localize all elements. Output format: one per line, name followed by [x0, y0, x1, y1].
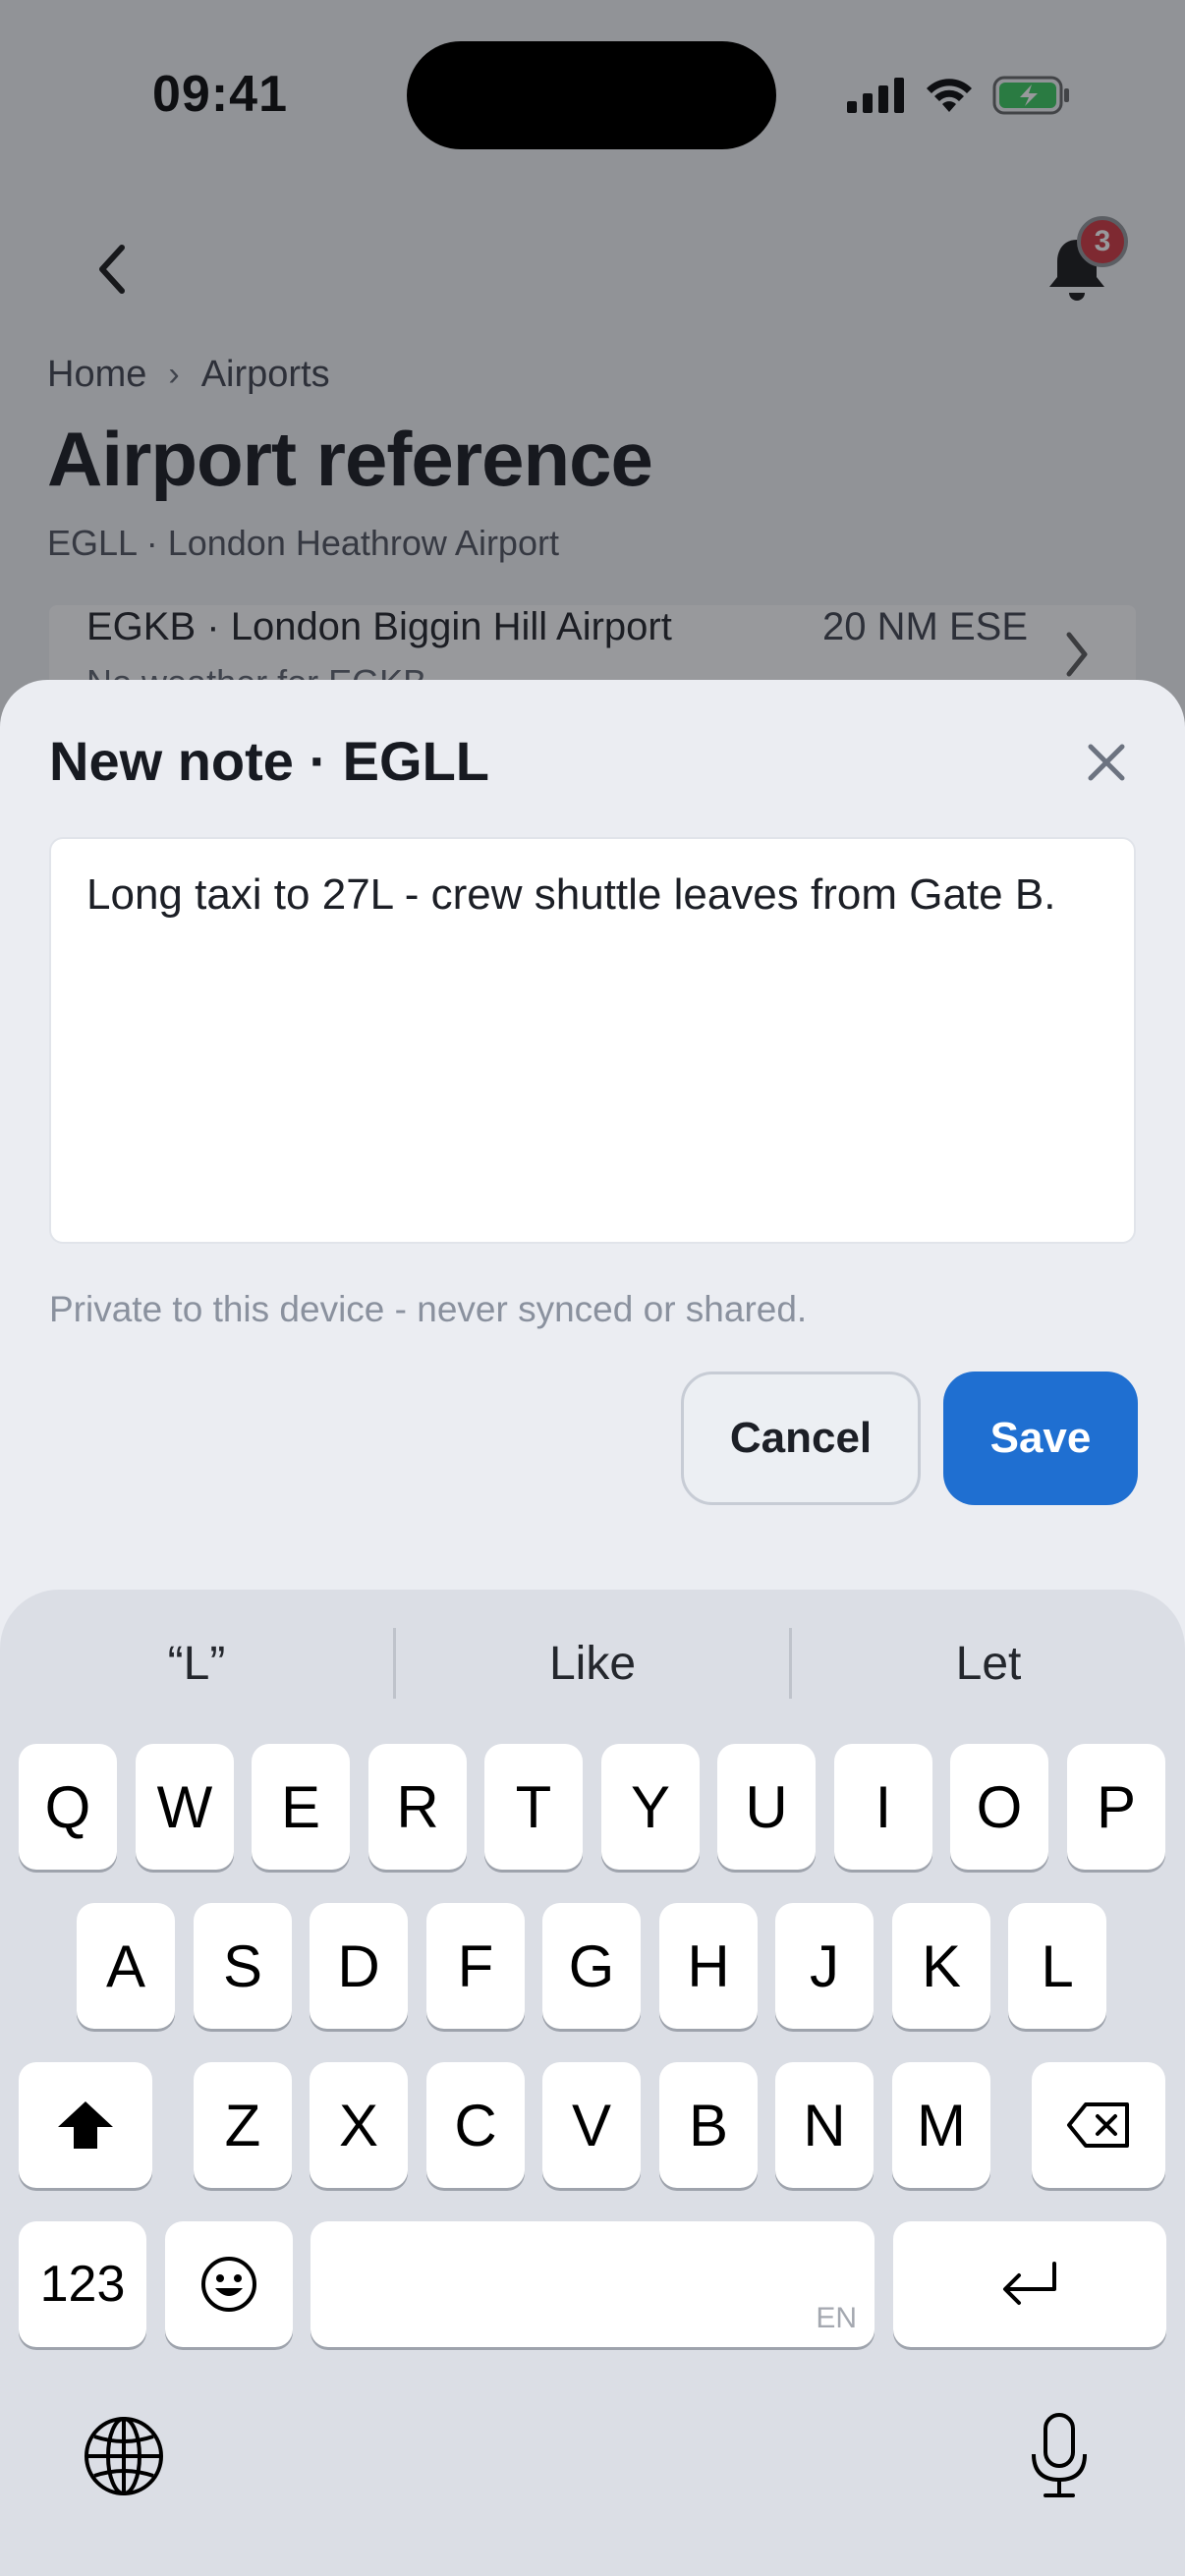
emoji-icon — [201, 2257, 256, 2312]
key-g[interactable]: G — [542, 1903, 641, 2029]
key-s[interactable]: S — [194, 1903, 292, 2029]
key-d[interactable]: D — [310, 1903, 408, 2029]
key-o[interactable]: O — [950, 1744, 1048, 1870]
key-f[interactable]: F — [426, 1903, 525, 2029]
key-i[interactable]: I — [834, 1744, 932, 1870]
suggestion-3[interactable]: Let — [792, 1637, 1185, 1691]
space-key[interactable]: EN — [310, 2221, 875, 2347]
delete-icon — [1067, 2102, 1129, 2148]
save-button[interactable]: Save — [943, 1372, 1138, 1505]
key-n[interactable]: N — [775, 2062, 874, 2188]
suggestion-bar: “L” Like Let — [0, 1590, 1185, 1737]
note-text-area[interactable]: Long taxi to 27L - crew shuttle leaves f… — [49, 837, 1136, 1244]
delete-key[interactable] — [1032, 2062, 1165, 2188]
key-k[interactable]: K — [892, 1903, 990, 2029]
return-icon — [1003, 2262, 1056, 2305]
key-r[interactable]: R — [368, 1744, 467, 1870]
globe-icon[interactable] — [83, 2415, 165, 2497]
numbers-key[interactable]: 123 — [19, 2221, 146, 2347]
key-l[interactable]: L — [1008, 1903, 1106, 2029]
key-x[interactable]: X — [310, 2062, 408, 2188]
return-key[interactable] — [893, 2221, 1166, 2347]
key-b[interactable]: B — [659, 2062, 758, 2188]
space-language-label: EN — [816, 2302, 857, 2334]
key-e[interactable]: E — [252, 1744, 350, 1870]
suggestion-2[interactable]: Like — [396, 1637, 789, 1691]
microphone-icon[interactable] — [1024, 2411, 1095, 2501]
key-a[interactable]: A — [77, 1903, 175, 2029]
sheet-title: New note · EGLL — [49, 730, 489, 792]
emoji-key[interactable] — [165, 2221, 293, 2347]
key-h[interactable]: H — [659, 1903, 758, 2029]
key-m[interactable]: M — [892, 2062, 990, 2188]
close-button[interactable] — [1077, 733, 1136, 792]
key-w[interactable]: W — [136, 1744, 234, 1870]
key-c[interactable]: C — [426, 2062, 525, 2188]
key-y[interactable]: Y — [601, 1744, 700, 1870]
key-p[interactable]: P — [1067, 1744, 1165, 1870]
key-t[interactable]: T — [484, 1744, 583, 1870]
key-v[interactable]: V — [542, 2062, 641, 2188]
key-u[interactable]: U — [717, 1744, 816, 1870]
shift-key[interactable] — [19, 2062, 152, 2188]
key-q[interactable]: Q — [19, 1744, 117, 1870]
shift-icon — [58, 2101, 113, 2149]
key-j[interactable]: J — [775, 1903, 874, 2029]
privacy-hint: Private to this device - never synced or… — [49, 1289, 808, 1329]
cancel-button[interactable]: Cancel — [681, 1372, 921, 1505]
key-z[interactable]: Z — [194, 2062, 292, 2188]
suggestion-1[interactable]: “L” — [0, 1637, 393, 1691]
keyboard: “L” Like Let Q W E R T Y U I O P A S D F… — [0, 1590, 1185, 2576]
dynamic-island — [407, 41, 776, 149]
close-icon — [1088, 744, 1125, 781]
